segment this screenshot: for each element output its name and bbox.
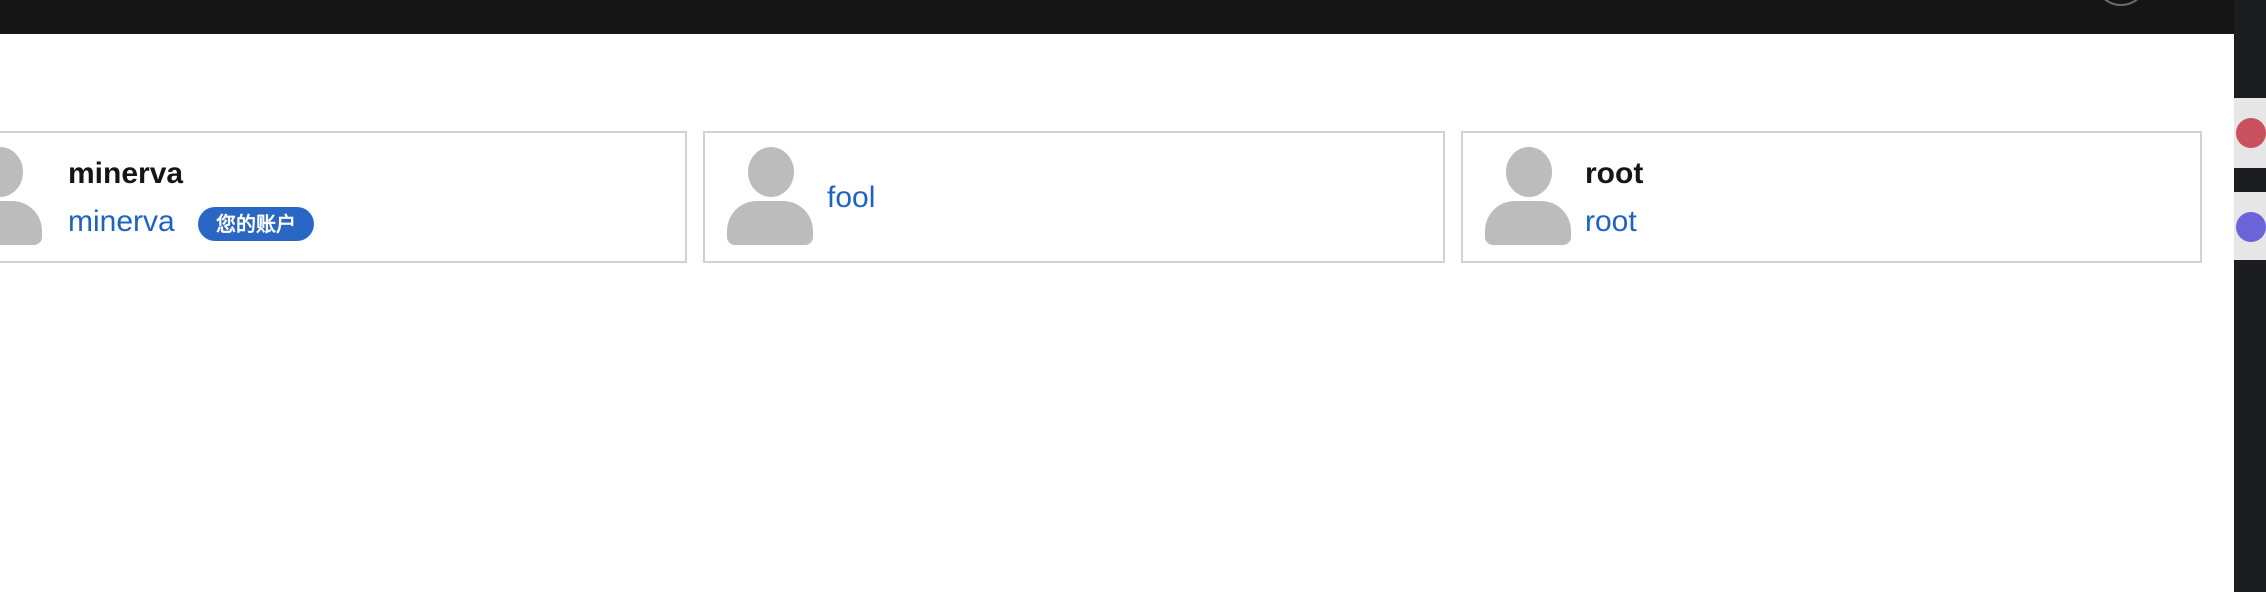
user-card-root[interactable]: root root <box>1461 131 2202 263</box>
user-full-name: root <box>1585 157 1644 190</box>
avatar-head <box>1506 147 1552 197</box>
current-account-badge: 您的账户 <box>198 207 314 241</box>
username-link[interactable]: fool <box>827 181 875 215</box>
top-masthead <box>0 0 2234 34</box>
username-link[interactable]: minerva <box>68 205 175 239</box>
avatar-body <box>0 201 42 245</box>
user-avatar-placeholder-icon <box>0 147 42 245</box>
user-full-name: minerva <box>68 157 184 190</box>
avatar-head <box>0 147 23 197</box>
rail-app-icon[interactable] <box>2236 118 2266 148</box>
avatar-head <box>748 147 794 197</box>
user-avatar-placeholder-icon <box>727 147 813 245</box>
rail-app-icon[interactable] <box>2236 212 2266 242</box>
username-link[interactable]: root <box>1585 205 1637 239</box>
user-card-minerva[interactable]: minerva minerva 您的账户 <box>0 131 687 263</box>
avatar-body <box>1485 201 1571 245</box>
user-avatar-placeholder-icon <box>1485 147 1571 245</box>
avatar-body <box>727 201 813 245</box>
right-side-rail <box>2234 0 2266 592</box>
user-menu-avatar-icon[interactable] <box>2094 0 2148 6</box>
user-card-fool[interactable]: fool <box>703 131 1445 263</box>
